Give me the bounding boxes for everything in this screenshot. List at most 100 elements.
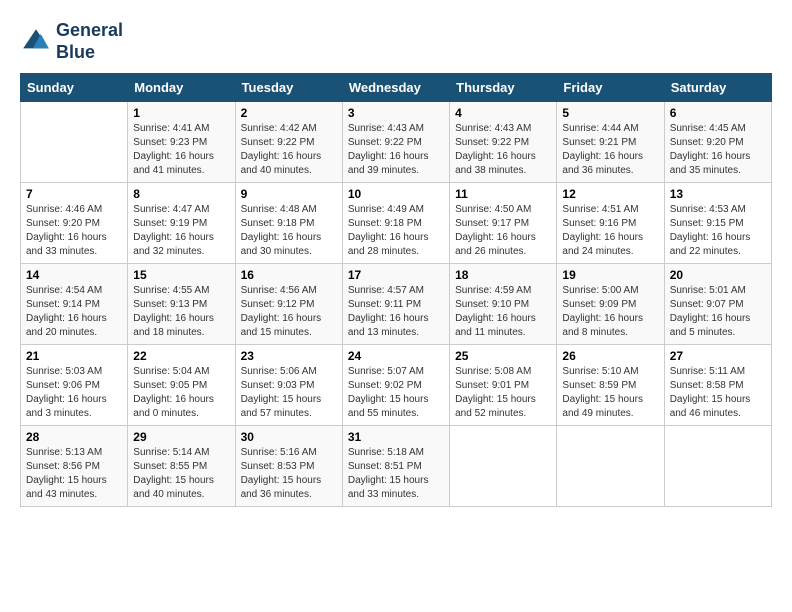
day-info: Sunrise: 5:06 AMSunset: 9:03 PMDaylight:… <box>241 365 337 421</box>
day-number: 20 <box>670 268 766 282</box>
week-row-3: 14 Sunrise: 4:54 AMSunset: 9:14 PMDaylig… <box>21 264 772 345</box>
week-row-5: 28 Sunrise: 5:13 AMSunset: 8:56 PMDaylig… <box>21 426 772 507</box>
day-cell: 22 Sunrise: 5:04 AMSunset: 9:05 PMDaylig… <box>128 345 235 426</box>
day-cell: 7 Sunrise: 4:46 AMSunset: 9:20 PMDayligh… <box>21 183 128 264</box>
column-header-friday: Friday <box>557 74 664 102</box>
day-info: Sunrise: 4:53 AMSunset: 9:15 PMDaylight:… <box>670 203 766 259</box>
calendar-table: SundayMondayTuesdayWednesdayThursdayFrid… <box>20 73 772 507</box>
day-cell: 2 Sunrise: 4:42 AMSunset: 9:22 PMDayligh… <box>235 102 342 183</box>
day-number: 29 <box>133 430 229 444</box>
day-number: 13 <box>670 187 766 201</box>
day-info: Sunrise: 4:55 AMSunset: 9:13 PMDaylight:… <box>133 284 229 340</box>
day-cell: 28 Sunrise: 5:13 AMSunset: 8:56 PMDaylig… <box>21 426 128 507</box>
day-info: Sunrise: 4:49 AMSunset: 9:18 PMDaylight:… <box>348 203 444 259</box>
day-number: 3 <box>348 106 444 120</box>
week-row-2: 7 Sunrise: 4:46 AMSunset: 9:20 PMDayligh… <box>21 183 772 264</box>
week-row-1: 1 Sunrise: 4:41 AMSunset: 9:23 PMDayligh… <box>21 102 772 183</box>
day-number: 26 <box>562 349 658 363</box>
day-cell: 11 Sunrise: 4:50 AMSunset: 9:17 PMDaylig… <box>450 183 557 264</box>
day-number: 27 <box>670 349 766 363</box>
day-cell: 4 Sunrise: 4:43 AMSunset: 9:22 PMDayligh… <box>450 102 557 183</box>
day-info: Sunrise: 5:07 AMSunset: 9:02 PMDaylight:… <box>348 365 444 421</box>
day-number: 6 <box>670 106 766 120</box>
column-header-tuesday: Tuesday <box>235 74 342 102</box>
day-number: 14 <box>26 268 122 282</box>
day-number: 22 <box>133 349 229 363</box>
day-number: 31 <box>348 430 444 444</box>
day-number: 24 <box>348 349 444 363</box>
day-cell <box>664 426 771 507</box>
header-row: SundayMondayTuesdayWednesdayThursdayFrid… <box>21 74 772 102</box>
day-number: 5 <box>562 106 658 120</box>
day-cell: 30 Sunrise: 5:16 AMSunset: 8:53 PMDaylig… <box>235 426 342 507</box>
column-header-thursday: Thursday <box>450 74 557 102</box>
day-number: 17 <box>348 268 444 282</box>
day-cell: 31 Sunrise: 5:18 AMSunset: 8:51 PMDaylig… <box>342 426 449 507</box>
day-info: Sunrise: 4:48 AMSunset: 9:18 PMDaylight:… <box>241 203 337 259</box>
day-cell: 23 Sunrise: 5:06 AMSunset: 9:03 PMDaylig… <box>235 345 342 426</box>
day-cell <box>21 102 128 183</box>
day-number: 7 <box>26 187 122 201</box>
day-cell: 19 Sunrise: 5:00 AMSunset: 9:09 PMDaylig… <box>557 264 664 345</box>
day-number: 19 <box>562 268 658 282</box>
logo-icon <box>20 26 52 58</box>
day-info: Sunrise: 4:41 AMSunset: 9:23 PMDaylight:… <box>133 122 229 178</box>
day-number: 9 <box>241 187 337 201</box>
day-cell: 15 Sunrise: 4:55 AMSunset: 9:13 PMDaylig… <box>128 264 235 345</box>
day-cell: 17 Sunrise: 4:57 AMSunset: 9:11 PMDaylig… <box>342 264 449 345</box>
day-info: Sunrise: 5:10 AMSunset: 8:59 PMDaylight:… <box>562 365 658 421</box>
day-info: Sunrise: 4:43 AMSunset: 9:22 PMDaylight:… <box>348 122 444 178</box>
day-number: 16 <box>241 268 337 282</box>
week-row-4: 21 Sunrise: 5:03 AMSunset: 9:06 PMDaylig… <box>21 345 772 426</box>
day-info: Sunrise: 5:16 AMSunset: 8:53 PMDaylight:… <box>241 446 337 502</box>
day-info: Sunrise: 5:04 AMSunset: 9:05 PMDaylight:… <box>133 365 229 421</box>
column-header-sunday: Sunday <box>21 74 128 102</box>
day-cell: 16 Sunrise: 4:56 AMSunset: 9:12 PMDaylig… <box>235 264 342 345</box>
day-cell: 5 Sunrise: 4:44 AMSunset: 9:21 PMDayligh… <box>557 102 664 183</box>
logo-text: General Blue <box>56 20 123 63</box>
day-number: 30 <box>241 430 337 444</box>
day-cell: 9 Sunrise: 4:48 AMSunset: 9:18 PMDayligh… <box>235 183 342 264</box>
day-number: 2 <box>241 106 337 120</box>
day-info: Sunrise: 5:13 AMSunset: 8:56 PMDaylight:… <box>26 446 122 502</box>
day-info: Sunrise: 4:54 AMSunset: 9:14 PMDaylight:… <box>26 284 122 340</box>
day-cell: 13 Sunrise: 4:53 AMSunset: 9:15 PMDaylig… <box>664 183 771 264</box>
day-cell: 1 Sunrise: 4:41 AMSunset: 9:23 PMDayligh… <box>128 102 235 183</box>
day-cell <box>450 426 557 507</box>
day-cell: 3 Sunrise: 4:43 AMSunset: 9:22 PMDayligh… <box>342 102 449 183</box>
day-info: Sunrise: 4:44 AMSunset: 9:21 PMDaylight:… <box>562 122 658 178</box>
day-info: Sunrise: 5:18 AMSunset: 8:51 PMDaylight:… <box>348 446 444 502</box>
header: General Blue <box>20 20 772 63</box>
day-cell: 27 Sunrise: 5:11 AMSunset: 8:58 PMDaylig… <box>664 345 771 426</box>
day-number: 1 <box>133 106 229 120</box>
day-number: 25 <box>455 349 551 363</box>
day-number: 18 <box>455 268 551 282</box>
day-info: Sunrise: 4:42 AMSunset: 9:22 PMDaylight:… <box>241 122 337 178</box>
day-cell: 29 Sunrise: 5:14 AMSunset: 8:55 PMDaylig… <box>128 426 235 507</box>
day-cell: 18 Sunrise: 4:59 AMSunset: 9:10 PMDaylig… <box>450 264 557 345</box>
day-number: 23 <box>241 349 337 363</box>
day-number: 12 <box>562 187 658 201</box>
day-number: 21 <box>26 349 122 363</box>
day-number: 4 <box>455 106 551 120</box>
day-cell: 21 Sunrise: 5:03 AMSunset: 9:06 PMDaylig… <box>21 345 128 426</box>
day-info: Sunrise: 4:45 AMSunset: 9:20 PMDaylight:… <box>670 122 766 178</box>
day-info: Sunrise: 4:47 AMSunset: 9:19 PMDaylight:… <box>133 203 229 259</box>
day-info: Sunrise: 4:50 AMSunset: 9:17 PMDaylight:… <box>455 203 551 259</box>
day-cell: 25 Sunrise: 5:08 AMSunset: 9:01 PMDaylig… <box>450 345 557 426</box>
day-cell: 14 Sunrise: 4:54 AMSunset: 9:14 PMDaylig… <box>21 264 128 345</box>
day-cell: 10 Sunrise: 4:49 AMSunset: 9:18 PMDaylig… <box>342 183 449 264</box>
logo: General Blue <box>20 20 123 63</box>
day-cell: 6 Sunrise: 4:45 AMSunset: 9:20 PMDayligh… <box>664 102 771 183</box>
day-number: 11 <box>455 187 551 201</box>
day-info: Sunrise: 4:43 AMSunset: 9:22 PMDaylight:… <box>455 122 551 178</box>
day-cell: 24 Sunrise: 5:07 AMSunset: 9:02 PMDaylig… <box>342 345 449 426</box>
day-cell: 26 Sunrise: 5:10 AMSunset: 8:59 PMDaylig… <box>557 345 664 426</box>
day-number: 15 <box>133 268 229 282</box>
column-header-wednesday: Wednesday <box>342 74 449 102</box>
day-info: Sunrise: 4:46 AMSunset: 9:20 PMDaylight:… <box>26 203 122 259</box>
day-info: Sunrise: 5:14 AMSunset: 8:55 PMDaylight:… <box>133 446 229 502</box>
day-info: Sunrise: 4:51 AMSunset: 9:16 PMDaylight:… <box>562 203 658 259</box>
column-header-monday: Monday <box>128 74 235 102</box>
day-info: Sunrise: 5:08 AMSunset: 9:01 PMDaylight:… <box>455 365 551 421</box>
